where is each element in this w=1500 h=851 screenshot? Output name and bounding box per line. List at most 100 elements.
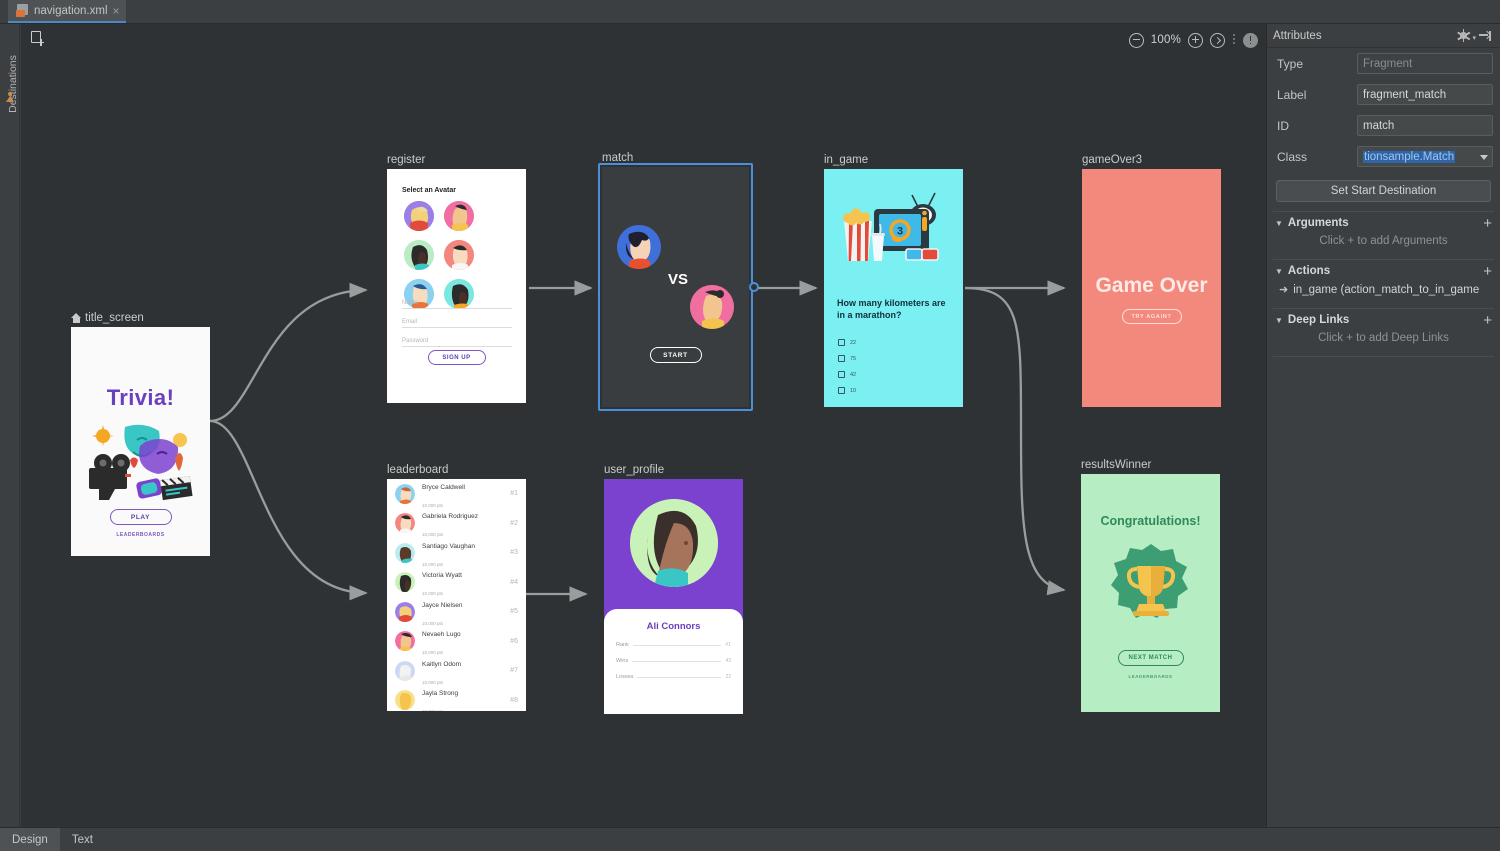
sidebar-item-destinations[interactable]: Destinations bbox=[7, 49, 19, 119]
avatar bbox=[395, 601, 415, 622]
answer-option[interactable]: 42 bbox=[838, 371, 856, 378]
info-icon[interactable] bbox=[1243, 32, 1258, 48]
preview-game-over: Game Over TRY AGAIN? bbox=[1082, 169, 1221, 407]
stat-value: #1 bbox=[725, 642, 731, 648]
list-item[interactable]: Nevaeh Lugo 10,000 pts #6 bbox=[387, 627, 526, 657]
list-item[interactable]: Gabriela Rodriguez 10,000 pts #2 bbox=[387, 509, 526, 539]
chevron-down-icon[interactable]: ▼ bbox=[1275, 267, 1283, 276]
avatar bbox=[395, 660, 415, 681]
zoom-out-icon[interactable] bbox=[1128, 32, 1144, 48]
section-title: Deep Links bbox=[1287, 314, 1350, 326]
zoom-fit-icon[interactable] bbox=[1210, 32, 1225, 48]
checkbox-icon[interactable] bbox=[838, 355, 845, 362]
email-field[interactable]: Email bbox=[402, 319, 512, 328]
destination-match[interactable]: match VS START bbox=[598, 152, 759, 411]
list-item[interactable]: Santiago Vaughan 10,000 pts #3 bbox=[387, 538, 526, 568]
section-actions[interactable]: ▼ Actions + bbox=[1267, 260, 1500, 282]
checkbox-icon[interactable] bbox=[838, 371, 845, 378]
left-tool-strip: Destinations bbox=[0, 24, 20, 827]
new-destination-icon[interactable] bbox=[30, 30, 46, 46]
game-over-headline: Game Over bbox=[1095, 274, 1208, 297]
attribute-key: Class bbox=[1277, 149, 1308, 164]
attribute-key: Type bbox=[1277, 56, 1304, 71]
arrow-right-icon: ➜ bbox=[1279, 284, 1289, 296]
checkbox-icon[interactable] bbox=[838, 339, 845, 346]
password-field[interactable]: Password bbox=[402, 338, 512, 347]
destination-label: title_screen bbox=[71, 312, 144, 324]
deep-links-hint[interactable]: Click + to add Deep Links bbox=[1267, 331, 1500, 347]
try-again-button[interactable]: TRY AGAIN? bbox=[1121, 309, 1182, 324]
avatar bbox=[395, 631, 415, 652]
action-connection-handle[interactable] bbox=[749, 282, 759, 292]
set-start-destination-button[interactable]: Set Start Destination bbox=[1276, 180, 1491, 202]
play-button[interactable]: PLAY bbox=[109, 509, 172, 525]
vs-label: VS bbox=[668, 271, 689, 288]
attributes-header: Attributes ▾ bbox=[1267, 24, 1500, 48]
answer-option[interactable]: 10 bbox=[838, 387, 856, 394]
list-item[interactable]: Bryce Caldwell 10,000 pts #1 bbox=[387, 479, 526, 509]
next-match-button[interactable]: NEXT MATCH bbox=[1117, 650, 1184, 666]
destination-results-winner[interactable]: resultsWinner Congratulations! NEXT MATC… bbox=[1081, 459, 1220, 712]
leaderboards-link[interactable]: LEADERBOARDS bbox=[71, 532, 210, 538]
stat-divider bbox=[637, 676, 722, 678]
stat-divider bbox=[632, 660, 722, 662]
tab-design[interactable]: Design bbox=[0, 828, 60, 851]
start-button[interactable]: START bbox=[649, 347, 702, 363]
action-list-item[interactable]: ➜ in_game (action_match_to_in_game bbox=[1267, 282, 1500, 299]
destination-register[interactable]: register Select an Avatar Name Email Pas… bbox=[387, 154, 526, 403]
avatar-option[interactable] bbox=[404, 201, 434, 231]
checkbox-icon[interactable] bbox=[838, 387, 845, 394]
collapse-panel-icon[interactable] bbox=[1479, 29, 1492, 42]
arguments-hint[interactable]: Click + to add Arguments bbox=[1267, 234, 1500, 250]
destination-leaderboard[interactable]: leaderboard Bryce Caldwell 10,000 pts #1 … bbox=[387, 464, 526, 711]
list-item[interactable]: Kaitlyn Odom 10,000 pts #7 bbox=[387, 656, 526, 686]
file-tab-navigation-xml[interactable]: navigation.xml × bbox=[8, 0, 126, 23]
tab-text[interactable]: Text bbox=[60, 828, 105, 851]
list-item[interactable]: Jayce Nielsen 10,000 pts #5 bbox=[387, 597, 526, 627]
close-icon[interactable]: × bbox=[113, 5, 120, 17]
gear-icon[interactable]: ▾ bbox=[1457, 28, 1476, 43]
trivia-illustration bbox=[85, 422, 195, 502]
design-canvas[interactable]: 100% title_screen Trivia! PLAY LEADERBOA… bbox=[21, 24, 1266, 827]
editor-mode-tabs: Design Text bbox=[0, 827, 1500, 851]
id-field[interactable]: match bbox=[1357, 115, 1493, 136]
destination-pin-icon bbox=[5, 92, 15, 103]
destination-game-over3[interactable]: gameOver3 Game Over TRY AGAIN? bbox=[1082, 154, 1221, 407]
signup-button[interactable]: SIGN UP bbox=[427, 350, 486, 365]
add-deep-link-button[interactable]: + bbox=[1483, 313, 1492, 328]
list-item[interactable]: Victoria Wyatt 10,000 pts #4 bbox=[387, 568, 526, 598]
section-arguments[interactable]: ▼ Arguments + bbox=[1267, 212, 1500, 234]
attribute-key: ID bbox=[1277, 118, 1289, 133]
answer-options[interactable]: 22 75 42 10 bbox=[838, 339, 856, 403]
avatar-grid[interactable] bbox=[401, 199, 511, 316]
player-rank: #8 bbox=[510, 696, 518, 704]
app-title: Trivia! bbox=[106, 385, 175, 410]
tv-popcorn-illustration: 3 bbox=[836, 191, 952, 269]
avatar-option[interactable] bbox=[444, 240, 475, 270]
attribute-row-type: Type Fragment bbox=[1267, 48, 1500, 79]
add-argument-button[interactable]: + bbox=[1483, 216, 1492, 231]
player-rank: #5 bbox=[510, 608, 518, 616]
chevron-down-icon[interactable]: ▼ bbox=[1275, 316, 1283, 325]
add-action-button[interactable]: + bbox=[1483, 264, 1492, 279]
name-field[interactable]: Name bbox=[402, 300, 512, 309]
destination-title-screen[interactable]: title_screen Trivia! PLAY LEADERBOARDS bbox=[71, 312, 210, 556]
list-item[interactable]: Jayla Strong 10,000 pts #8 bbox=[387, 686, 526, 711]
chevron-down-icon[interactable] bbox=[1480, 154, 1488, 160]
zoom-in-icon[interactable] bbox=[1188, 32, 1203, 48]
avatar-option[interactable] bbox=[404, 240, 434, 270]
answer-option[interactable]: 22 bbox=[838, 339, 856, 346]
avatar-option[interactable] bbox=[444, 201, 475, 231]
chevron-down-icon[interactable]: ▼ bbox=[1275, 219, 1283, 228]
leaderboards-link[interactable]: LEADERBOARDS bbox=[1081, 674, 1220, 679]
section-deep-links[interactable]: ▼ Deep Links + bbox=[1267, 309, 1500, 331]
player-two-avatar bbox=[690, 285, 734, 329]
stat-row: Losses 22 bbox=[616, 664, 731, 680]
label-field[interactable]: fragment_match bbox=[1357, 84, 1493, 105]
destination-label: in_game bbox=[824, 154, 869, 166]
class-dropdown[interactable]: tionsample.Match bbox=[1357, 146, 1493, 167]
editor-tab-bar: navigation.xml × bbox=[0, 0, 1500, 24]
destination-in-game[interactable]: in_game 3 How many kilometers are in a m… bbox=[824, 154, 963, 407]
answer-option[interactable]: 75 bbox=[838, 355, 856, 362]
destination-user-profile[interactable]: user_profile Ali Connors Rank #1 Wins 43… bbox=[604, 464, 743, 714]
